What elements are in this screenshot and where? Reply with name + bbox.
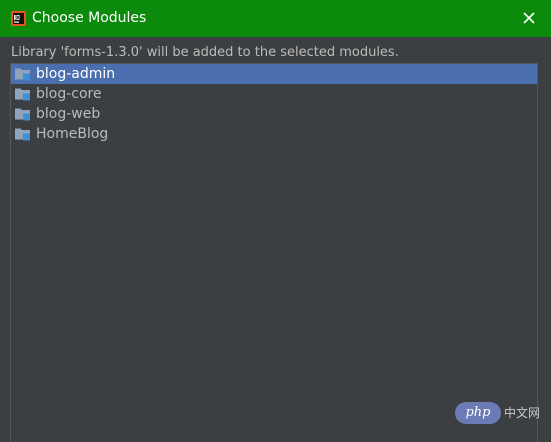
- module-label: blog-core: [36, 86, 102, 102]
- module-folder-icon: [14, 87, 32, 101]
- php-site-text: 中文网: [504, 406, 541, 420]
- dialog-titlebar: Choose Modules: [0, 0, 551, 37]
- intellij-idea-icon: [11, 11, 26, 26]
- dialog-title: Choose Modules: [32, 10, 147, 26]
- module-item-homeblog[interactable]: HomeBlog: [11, 124, 537, 144]
- module-item-blog-admin[interactable]: blog-admin: [11, 64, 537, 84]
- close-icon: [523, 12, 535, 24]
- module-folder-icon: [14, 107, 32, 121]
- module-folder-icon: [14, 67, 32, 81]
- module-label: HomeBlog: [36, 126, 109, 142]
- php-watermark: php 中文网: [455, 402, 543, 424]
- module-item-blog-core[interactable]: blog-core: [11, 84, 537, 104]
- close-button[interactable]: [521, 10, 537, 26]
- dialog-description: Library 'forms-1.3.0' will be added to t…: [11, 45, 399, 60]
- dialog-content: Library 'forms-1.3.0' will be added to t…: [0, 37, 551, 442]
- module-folder-icon: [14, 127, 32, 141]
- php-logo-text: php: [465, 405, 491, 420]
- module-list[interactable]: blog-admin blog-core blog-web HomeBlog: [10, 63, 538, 442]
- module-label: blog-admin: [36, 66, 116, 82]
- module-label: blog-web: [36, 106, 101, 122]
- module-item-blog-web[interactable]: blog-web: [11, 104, 537, 124]
